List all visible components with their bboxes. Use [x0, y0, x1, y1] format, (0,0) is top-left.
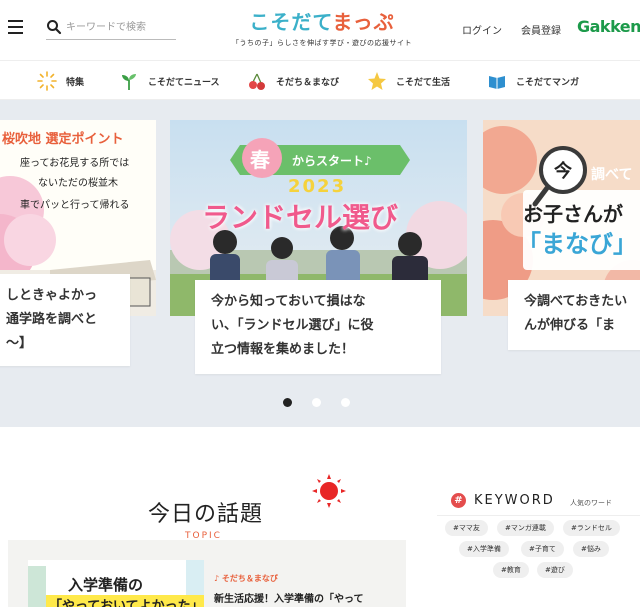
book-icon	[486, 70, 508, 92]
circle-char: 今	[554, 161, 572, 182]
slide-line: お子さんが	[523, 202, 623, 226]
star-icon	[366, 70, 388, 92]
site-header: こそだてまっぷ 「うちの子」らしさを伸ばす学び・遊びの応援サイト ログイン 会員…	[0, 0, 640, 60]
cherry-icon	[246, 70, 268, 92]
category-label: そだち＆まなび	[221, 574, 278, 583]
keyword-tag[interactable]: #遊び	[537, 562, 573, 578]
nav-label: 特集	[66, 77, 85, 88]
keyword-tag[interactable]: #入学準備	[459, 541, 509, 557]
topic-title[interactable]: 新生活応援！入学準備の「やって	[214, 590, 364, 605]
section-title: 今日の話題	[148, 502, 264, 527]
banner-year: 2023	[288, 176, 347, 197]
nav-label: そだち＆まなび	[276, 77, 340, 88]
gakken-logo[interactable]: Gakken	[577, 17, 640, 36]
logo-text-2: まっぷ	[332, 10, 395, 34]
nav-item-news[interactable]: こそだてニュース	[118, 70, 220, 92]
slide-caption[interactable]: 今から知っておいて損はな い、「ランドセル選び」に役 立つ情報を集めました！	[195, 280, 441, 374]
slide-caption[interactable]: 今調べておきたい んが伸びる「ま	[508, 280, 640, 350]
slide-image-text: 桜吹地 選定ポイント	[2, 132, 124, 147]
divider	[437, 515, 640, 516]
keyword-tag[interactable]: #ランドセル	[563, 520, 620, 536]
register-link[interactable]: 会員登録	[521, 22, 561, 37]
site-logo[interactable]: こそだてまっぷ 「うちの子」らしさを伸ばす学び・遊びの応援サイト	[232, 6, 412, 56]
sparkle-icon	[36, 70, 58, 92]
slide-line: 「まなび」	[517, 230, 637, 258]
menu-icon[interactable]	[8, 20, 23, 34]
caption-line: い、「ランドセル選び」に役	[211, 318, 374, 333]
banner-rest: からスタート♪	[292, 154, 372, 168]
nav-label: こそだて生活	[396, 77, 451, 88]
keyword-tag[interactable]: #悩み	[573, 541, 609, 557]
caption-line: しときゃよかっ	[6, 288, 98, 303]
carousel-slide[interactable]: 今 調べて お子さんが 「まなび」 今調べておきたい んが伸びる「ま	[483, 120, 640, 350]
slide-image-text: 車でパッと行って帰れる	[20, 200, 130, 211]
carousel-slide[interactable]: 春 からスタート♪ 2023 ランドセル選び 今から知っておいて損はな い、「ラ…	[170, 120, 467, 374]
nav-label: こそだてニュース	[148, 77, 220, 88]
banner-headline: ランドセル選び	[202, 201, 399, 234]
caption-line: 通学路を調べと	[6, 312, 98, 327]
keyword-panel: # KEYWORD 人気のワード #ママ友 #マンガ連載 #ランドセル #入学準…	[437, 487, 640, 607]
logo-text-1: こそだて	[249, 10, 333, 34]
keyword-tag[interactable]: #マンガ連載	[497, 520, 554, 536]
search-icon[interactable]	[46, 19, 62, 35]
nav-item-growth[interactable]: そだち＆まなび	[246, 70, 339, 92]
carousel-dot[interactable]	[312, 398, 321, 407]
caption-line: んが伸びる「ま	[524, 318, 616, 333]
search-box[interactable]	[46, 16, 176, 40]
caption-line: 今から知っておいて損はな	[211, 294, 366, 309]
keyword-tag[interactable]: #子育て	[521, 541, 564, 557]
slide-image-text: ないただの桜並木	[38, 178, 118, 189]
banner-word: 春	[250, 148, 270, 172]
keyword-title: KEYWORD	[474, 493, 555, 508]
caption-line: 立つ情報を集めました！	[211, 342, 355, 357]
nav-item-life[interactable]: こそだて生活	[366, 70, 450, 92]
nav-item-manga[interactable]: こそだてマンガ	[486, 70, 579, 92]
caption-line: 今調べておきたい	[524, 294, 628, 309]
sun-icon	[312, 474, 346, 508]
keyword-tag[interactable]: #教育	[493, 562, 529, 578]
side-text: 調べて	[591, 167, 633, 183]
hero-carousel[interactable]: 桜吹地 選定ポイント 座ってお花見する所では ないただの桜並木 車でパッと行って…	[0, 100, 640, 427]
slide-caption[interactable]: しときゃよかっ 通学路を調べと 〜】	[0, 274, 130, 366]
category-nav: 特集 こそだてニュース そだち＆まなび こそだて生活 こそだてマンガ	[0, 60, 640, 100]
keyword-subtitle: 人気のワード	[570, 499, 612, 507]
carousel-dot[interactable]	[341, 398, 350, 407]
slide-image-text: 座ってお花見する所では	[20, 158, 130, 169]
keyword-tag[interactable]: #ママ友	[445, 520, 488, 536]
category-marker: ♪	[214, 574, 222, 583]
topic-category[interactable]: ♪ そだち＆まなび	[214, 573, 278, 584]
hash-icon: #	[451, 493, 466, 508]
site-tagline: 「うちの子」らしさを伸ばす学び・遊びの応援サイト	[232, 39, 412, 47]
carousel-slide[interactable]: 桜吹地 選定ポイント 座ってお花見する所では ないただの桜並木 車でパッと行って…	[0, 120, 156, 366]
thumb-text: 入学準備の	[68, 576, 144, 594]
sprout-icon	[118, 70, 140, 92]
login-link[interactable]: ログイン	[462, 22, 502, 37]
nav-item-feature[interactable]: 特集	[36, 70, 84, 92]
search-input[interactable]	[66, 18, 174, 36]
nav-label: こそだてマンガ	[516, 77, 580, 88]
carousel-dot[interactable]	[283, 398, 292, 407]
thumb-text: 「やっておいてよかった」	[46, 595, 204, 607]
carousel-pagination	[283, 398, 350, 407]
caption-line: 〜】	[6, 336, 33, 351]
topic-thumbnail: 入学準備の 「やっておいてよかった」	[28, 560, 204, 607]
